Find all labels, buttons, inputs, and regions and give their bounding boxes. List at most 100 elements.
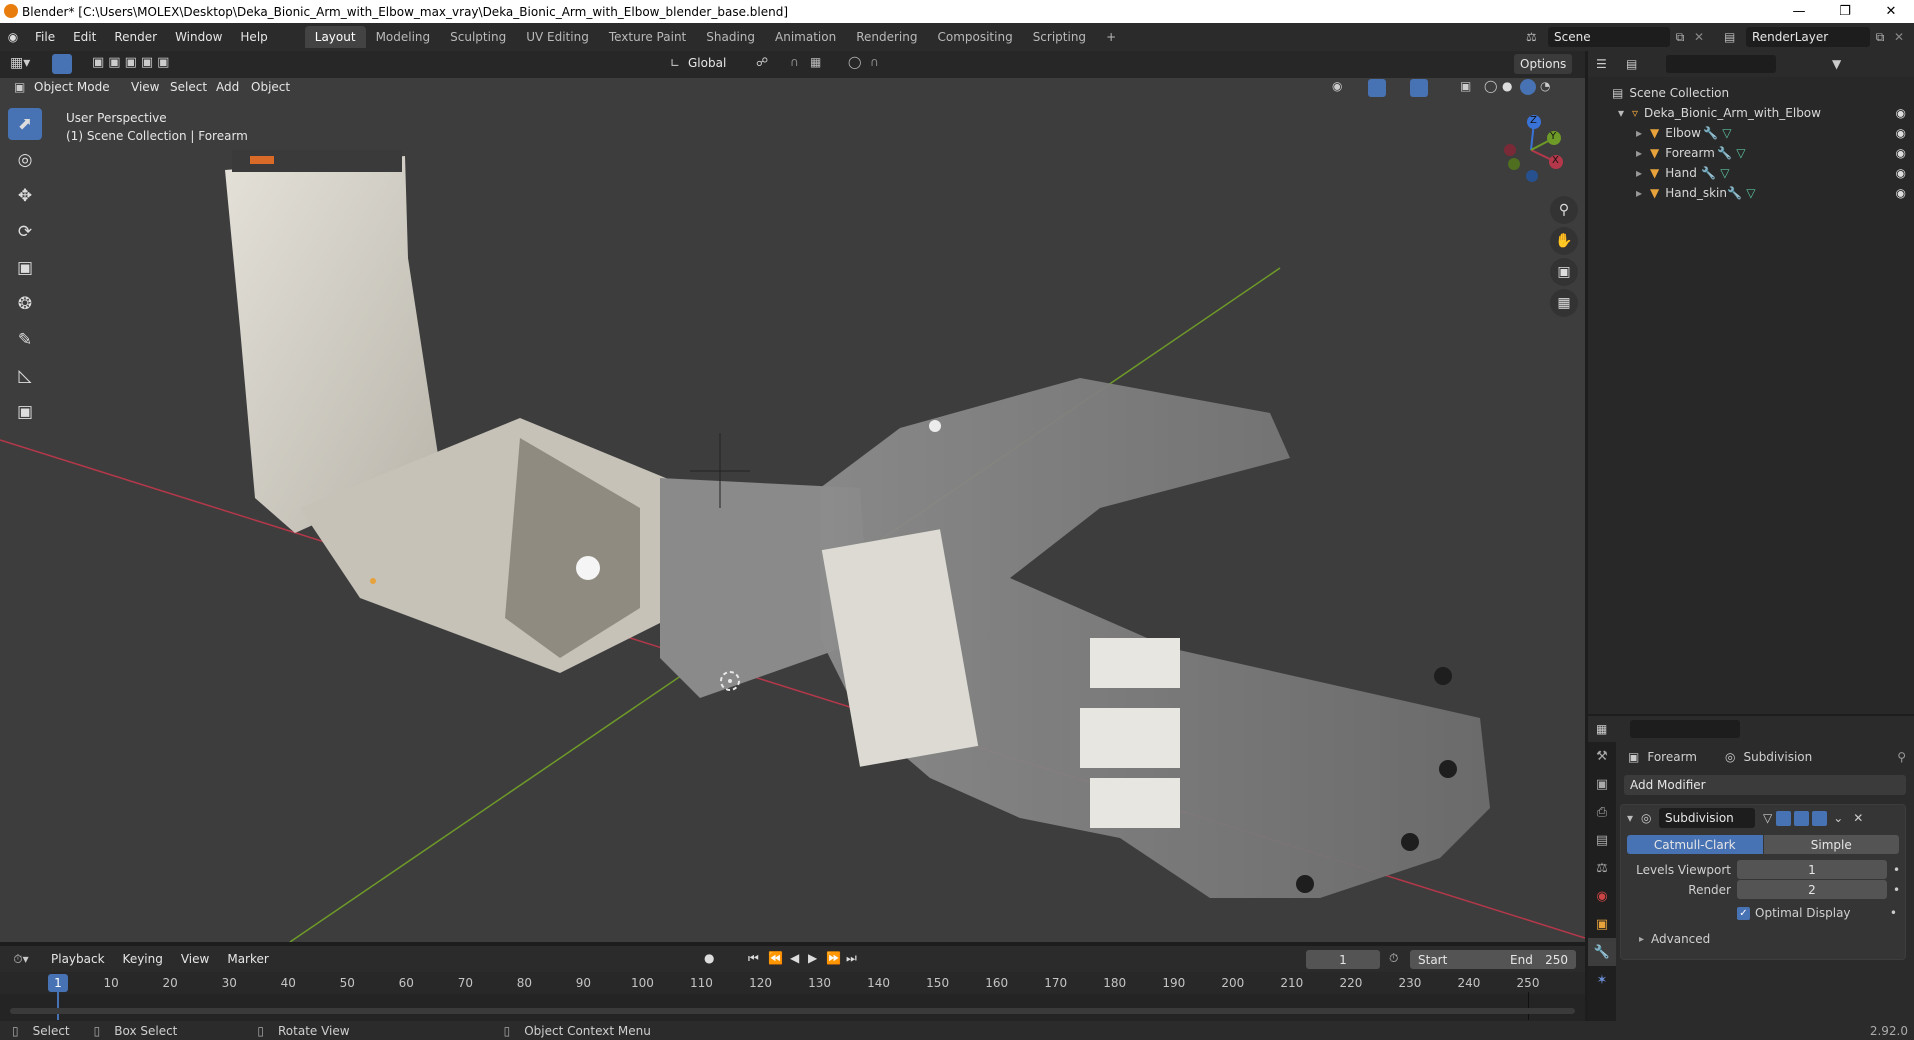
object-menu[interactable]: Object: [251, 80, 290, 94]
filter-icon[interactable]: ▼: [1832, 57, 1841, 71]
collapse-arrow-icon[interactable]: ▾: [1627, 811, 1641, 825]
timeline[interactable]: 10 20 30 40 50 60 70 80 90 100 110 120 130 140 150 160 1…: [0, 972, 1585, 1021]
visibility-eye-icon[interactable]: ◉: [1896, 166, 1906, 180]
render-toggle-icon[interactable]: [1812, 810, 1828, 826]
tab-shading[interactable]: Shading: [696, 26, 765, 48]
tab-compositing[interactable]: Compositing: [927, 26, 1022, 48]
object-mode-dropdown[interactable]: Object Mode: [34, 80, 110, 94]
object-tab-icon[interactable]: ▣: [1588, 910, 1616, 938]
keyframe-dot[interactable]: •: [1890, 906, 1905, 920]
mesh-data-icon[interactable]: ▽: [1720, 166, 1729, 180]
expand-arrow-icon[interactable]: ▾: [1618, 106, 1632, 120]
xray-icon[interactable]: ▣: [1460, 79, 1471, 93]
modifier-wrench-icon[interactable]: 🔧: [1703, 126, 1718, 140]
expand-arrow-icon[interactable]: ▸: [1636, 186, 1650, 200]
3d-viewport[interactable]: User Perspective (1) Scene Collection | …: [0, 78, 1585, 942]
outliner-editor-icon[interactable]: ☰: [1596, 57, 1626, 71]
tab-rendering[interactable]: Rendering: [846, 26, 927, 48]
modifier-tab-icon[interactable]: 🔧: [1588, 938, 1616, 966]
tab-sculpting[interactable]: Sculpting: [440, 26, 516, 48]
tab-modeling[interactable]: Modeling: [366, 26, 441, 48]
record-icon[interactable]: ●: [704, 951, 714, 965]
tool-tab-icon[interactable]: ⚒: [1588, 742, 1616, 770]
navigation-gizmo[interactable]: Z Y X: [1496, 112, 1566, 182]
outliner-item[interactable]: ▸ ▼ Hand 🔧 ▽ ◉: [1588, 163, 1914, 183]
rendered-shading-icon[interactable]: ◔: [1540, 79, 1550, 93]
end-frame-field[interactable]: End 250: [1502, 950, 1576, 969]
keyframe-dot[interactable]: •: [1893, 883, 1900, 897]
viewport-scene[interactable]: [0, 78, 1585, 942]
expand-arrow-icon[interactable]: ▸: [1636, 166, 1650, 180]
add-menu[interactable]: Add: [216, 80, 239, 94]
menu-help[interactable]: Help: [231, 30, 276, 44]
prev-keyframe-icon[interactable]: ⏪: [768, 951, 783, 965]
wireframe-shading-icon[interactable]: ◯: [1484, 79, 1497, 93]
proportional-edit-icon[interactable]: ◯: [848, 55, 861, 69]
new-layer-icon[interactable]: ⧉: [1870, 30, 1890, 45]
remove-modifier-icon[interactable]: ✕: [1853, 811, 1863, 825]
playhead[interactable]: 1: [48, 974, 68, 992]
outliner-scene-collection[interactable]: ▤ Scene Collection: [1588, 83, 1914, 103]
add-modifier-dropdown[interactable]: Add Modifier: [1624, 775, 1906, 795]
minimize-button[interactable]: —: [1776, 0, 1822, 23]
tab-scripting[interactable]: Scripting: [1023, 26, 1096, 48]
editor-type-icon[interactable]: ▦▾: [10, 55, 30, 71]
render-layer-field[interactable]: RenderLayer: [1746, 27, 1870, 47]
menu-edit[interactable]: Edit: [64, 30, 105, 44]
transform-tool-icon[interactable]: ❂: [8, 288, 42, 320]
cage-toggle-icon[interactable]: [1776, 810, 1792, 826]
pan-hand-icon[interactable]: ✋: [1550, 227, 1578, 255]
annotate-tool-icon[interactable]: ✎: [8, 324, 42, 356]
render-levels-field[interactable]: 2: [1737, 880, 1887, 899]
pin-icon[interactable]: ⚲: [1897, 750, 1910, 764]
render-layer-icon[interactable]: ▤: [1724, 30, 1746, 44]
playback-menu[interactable]: Playback: [42, 952, 114, 966]
timeline-scrollbar[interactable]: [10, 1008, 1575, 1014]
menu-window[interactable]: Window: [166, 30, 231, 44]
visibility-icon[interactable]: ◉: [1332, 79, 1342, 93]
snap-target-icon[interactable]: ▦: [810, 55, 821, 69]
jump-end-icon[interactable]: ⏭: [846, 951, 857, 966]
outliner-collection-row[interactable]: ▾ ▿ Deka_Bionic_Arm_with_Elbow ◉: [1588, 103, 1914, 123]
select-box-icons[interactable]: ▣▣▣▣▣: [92, 55, 173, 70]
expand-arrow-icon[interactable]: ▸: [1636, 126, 1650, 140]
mesh-data-icon[interactable]: ▽: [1736, 146, 1745, 160]
snap-icon[interactable]: ∩: [790, 55, 799, 69]
modifier-name-field[interactable]: Subdivision: [1659, 808, 1755, 828]
outliner-search-input[interactable]: [1666, 55, 1776, 73]
zoom-icon[interactable]: ⚲: [1550, 196, 1578, 224]
menu-render[interactable]: Render: [105, 30, 166, 44]
tab-layout[interactable]: Layout: [304, 26, 366, 48]
tab-animation[interactable]: Animation: [765, 26, 846, 48]
new-scene-icon[interactable]: ⧉: [1670, 30, 1690, 45]
outliner-item[interactable]: ▸ ▼ Elbow 🔧 ▽ ◉: [1588, 123, 1914, 143]
jump-start-icon[interactable]: ⏮: [748, 951, 759, 966]
gizmo-toggle-icon[interactable]: [1368, 79, 1386, 97]
render-tab-icon[interactable]: ▣: [1588, 770, 1616, 798]
outliner-item-active[interactable]: ▸ ▼ Forearm 🔧 ▽ ◉: [1588, 143, 1914, 163]
output-tab-icon[interactable]: ⎙: [1588, 798, 1616, 826]
visibility-eye-icon[interactable]: ◉: [1896, 106, 1906, 120]
view-layer-tab-icon[interactable]: ▤: [1588, 826, 1616, 854]
marker-menu[interactable]: Marker: [218, 952, 277, 966]
delete-scene-icon[interactable]: ✕: [1690, 30, 1708, 44]
options-button[interactable]: Options: [1514, 54, 1573, 74]
visibility-eye-icon[interactable]: ◉: [1896, 126, 1906, 140]
mesh-data-icon[interactable]: ▽: [1746, 186, 1755, 200]
close-button[interactable]: ✕: [1868, 0, 1914, 23]
world-tab-icon[interactable]: ◉: [1588, 882, 1616, 910]
scene-field[interactable]: Scene: [1548, 27, 1670, 47]
tab-texture-paint[interactable]: Texture Paint: [599, 26, 696, 48]
particles-tab-icon[interactable]: ✶: [1588, 966, 1616, 994]
play-icon[interactable]: ▶: [808, 951, 817, 965]
modifier-wrench-icon[interactable]: 🔧: [1727, 186, 1742, 200]
keyframe-dot[interactable]: •: [1893, 863, 1900, 877]
play-reverse-icon[interactable]: ◀: [790, 951, 799, 965]
add-workspace-button[interactable]: +: [1096, 26, 1126, 48]
view-menu[interactable]: View: [131, 80, 159, 94]
levels-viewport-field[interactable]: 1: [1737, 860, 1887, 879]
camera-icon[interactable]: ▣: [1550, 258, 1578, 286]
next-keyframe-icon[interactable]: ⏩: [826, 951, 841, 965]
overlay-toggle-icon[interactable]: [1410, 79, 1428, 97]
advanced-subpanel[interactable]: ▸ Advanced: [1621, 929, 1905, 949]
